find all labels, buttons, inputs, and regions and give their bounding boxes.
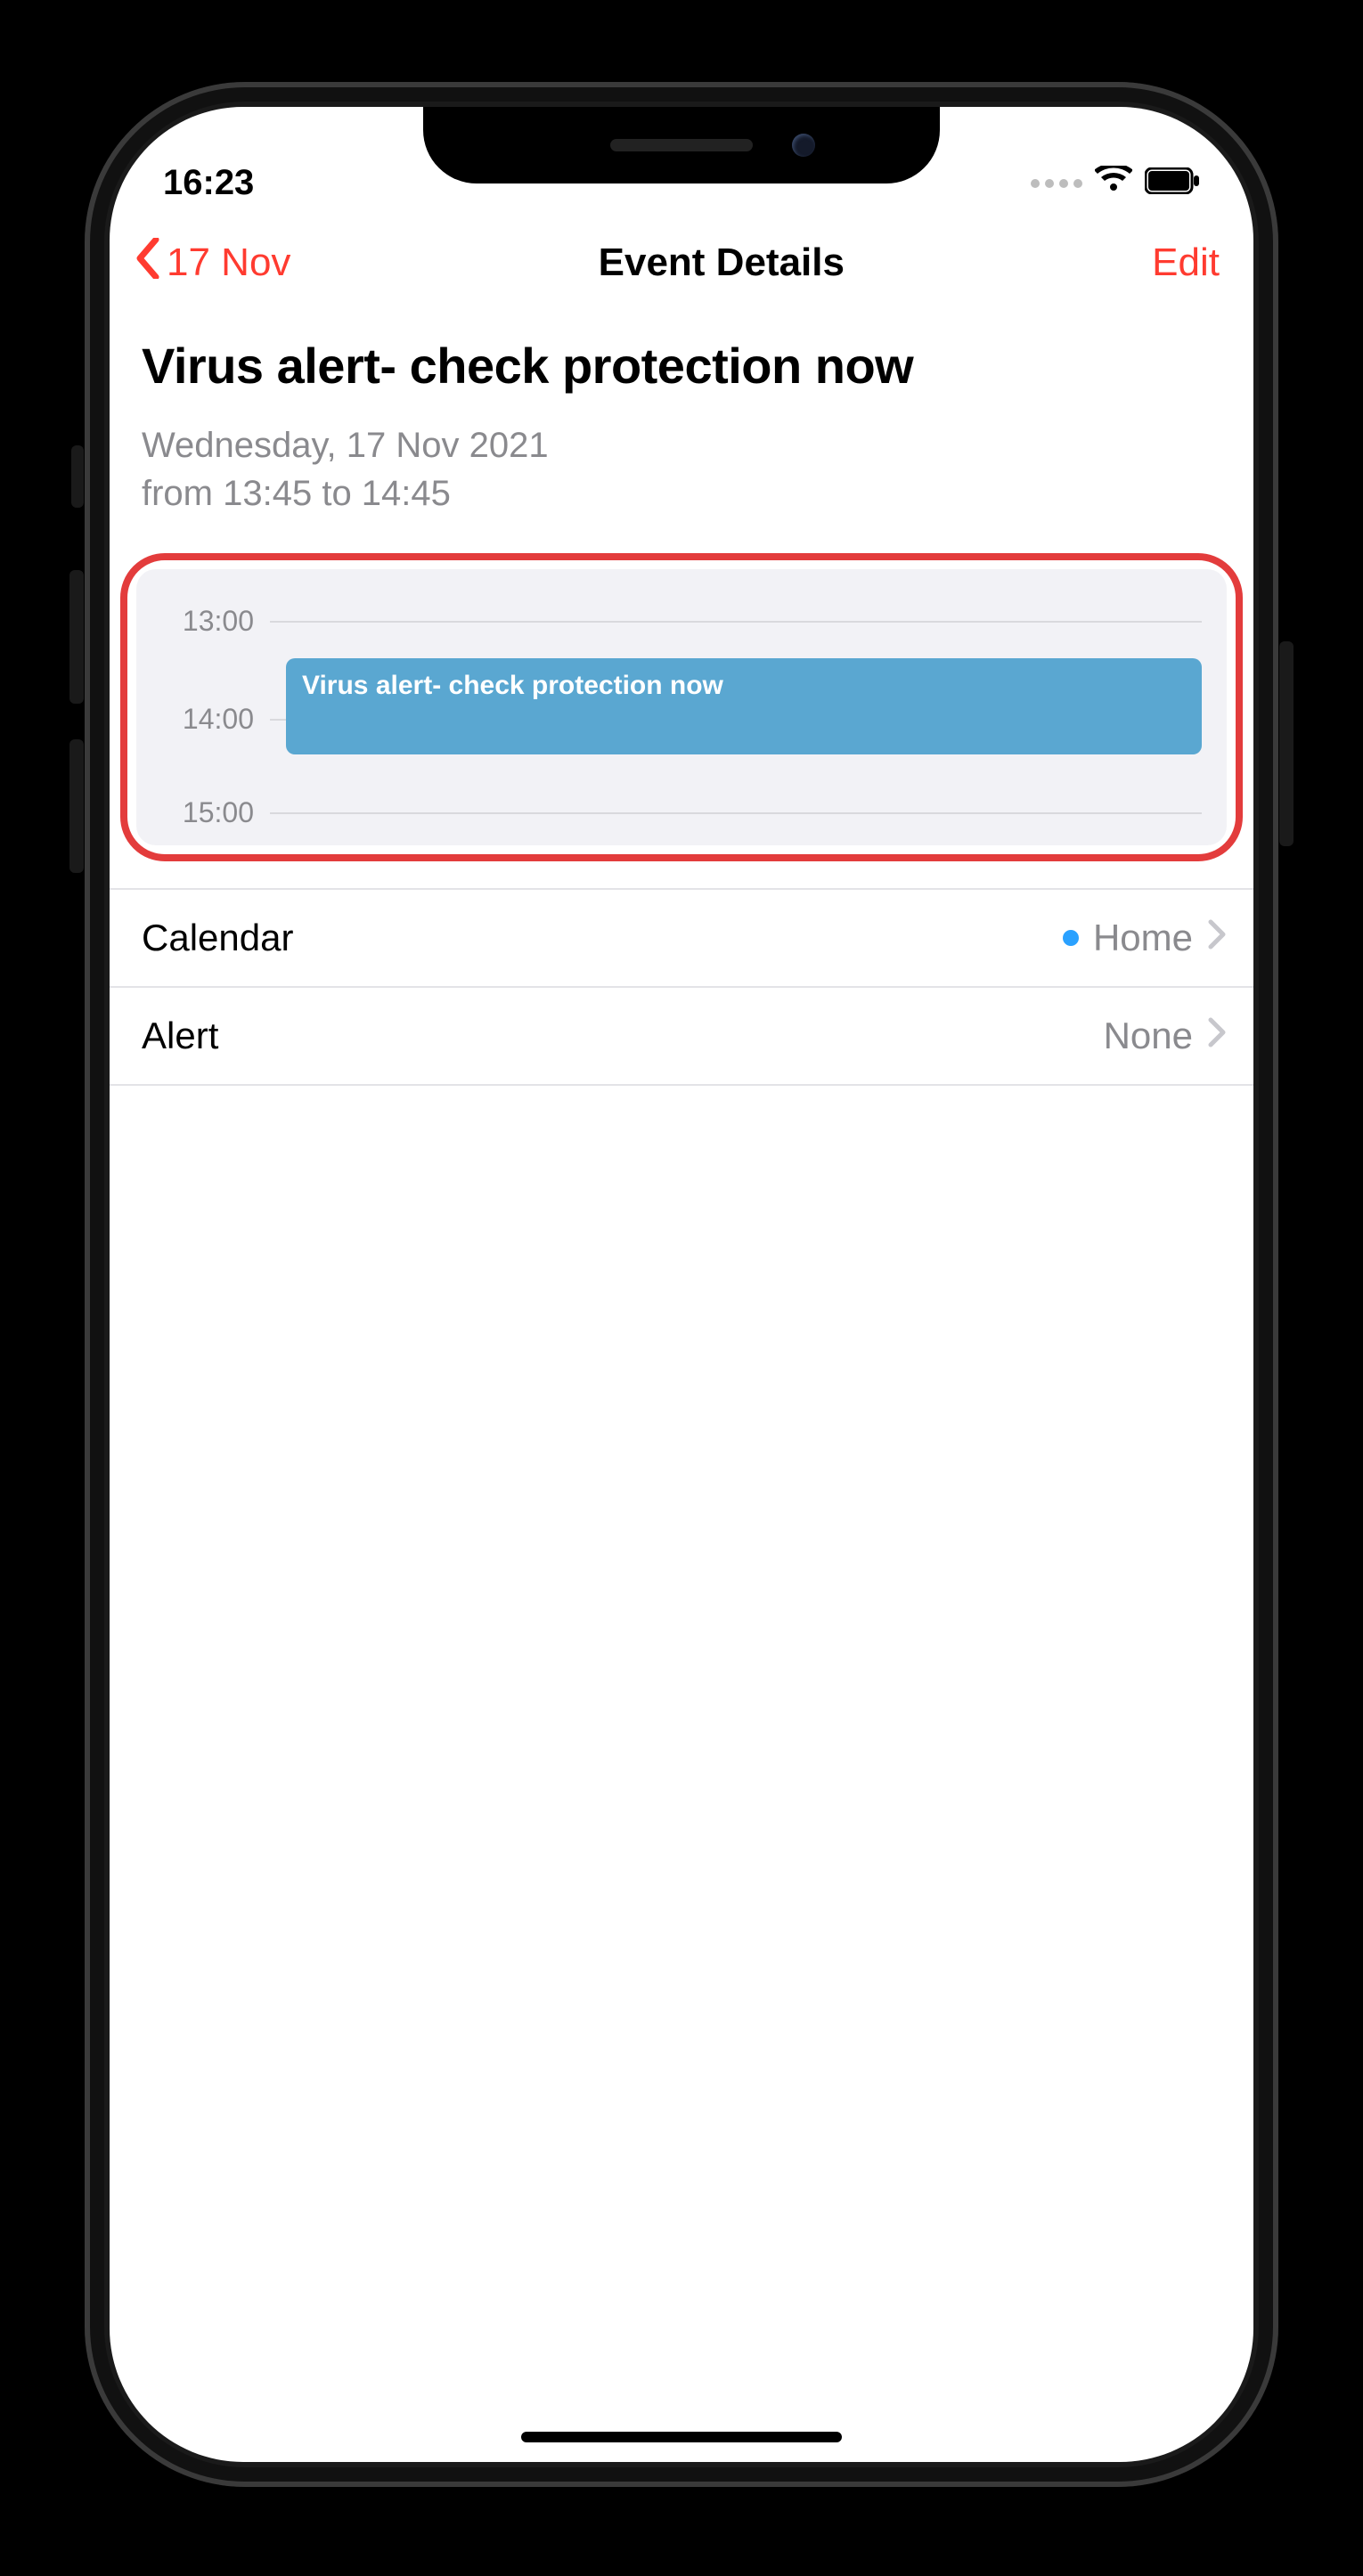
- chevron-left-icon: [135, 238, 161, 289]
- front-camera: [792, 134, 815, 157]
- screen: 16:23 17: [110, 107, 1253, 2462]
- event-time-line: from 13:45 to 14:45: [142, 469, 1221, 518]
- calendar-row[interactable]: Calendar Home: [110, 888, 1253, 988]
- time-label-1500: 15:00: [136, 796, 270, 829]
- calendar-color-dot-icon: [1063, 930, 1079, 946]
- timeline-highlight-box: 13:00 14:00 15:00 Virus alert- chec: [120, 553, 1243, 861]
- hour-line: [270, 621, 1202, 623]
- chevron-right-icon: [1207, 1015, 1227, 1057]
- hour-line: [270, 812, 1202, 814]
- timeline-card: 13:00 14:00 15:00 Virus alert- chec: [136, 569, 1227, 845]
- mute-switch[interactable]: [71, 445, 84, 508]
- event-block-label: Virus alert- check protection now: [302, 671, 723, 701]
- alert-row[interactable]: Alert None: [110, 988, 1253, 1086]
- calendar-row-label: Calendar: [142, 917, 293, 959]
- edit-button[interactable]: Edit: [1152, 240, 1228, 285]
- event-block[interactable]: Virus alert- check protection now: [286, 658, 1202, 754]
- signal-dots-icon: [1031, 179, 1082, 188]
- time-label-1400: 14:00: [136, 703, 270, 736]
- nav-bar: 17 Nov Event Details Edit: [110, 214, 1253, 312]
- wifi-icon: [1095, 163, 1132, 203]
- phone-frame: 16:23 17: [85, 82, 1278, 2487]
- status-time: 16:23: [163, 163, 254, 203]
- alert-row-value: None: [1104, 1015, 1193, 1057]
- notch: [423, 107, 940, 183]
- calendar-row-value: Home: [1093, 917, 1193, 959]
- time-label-1300: 13:00: [136, 605, 270, 638]
- volume-down-button[interactable]: [69, 739, 84, 873]
- volume-up-button[interactable]: [69, 570, 84, 704]
- speaker-grille: [610, 139, 753, 151]
- back-label: 17 Nov: [167, 240, 290, 285]
- alert-row-label: Alert: [142, 1015, 218, 1057]
- details-list: Calendar Home Alert None: [110, 888, 1253, 1086]
- battery-icon: [1145, 163, 1200, 203]
- home-indicator[interactable]: [521, 2432, 842, 2442]
- chevron-right-icon: [1207, 917, 1227, 959]
- event-date-line: Wednesday, 17 Nov 2021: [142, 421, 1221, 469]
- power-button[interactable]: [1279, 641, 1294, 846]
- event-title: Virus alert- check protection now: [110, 337, 1253, 395]
- page-title: Event Details: [599, 240, 845, 285]
- back-button[interactable]: 17 Nov: [135, 238, 290, 289]
